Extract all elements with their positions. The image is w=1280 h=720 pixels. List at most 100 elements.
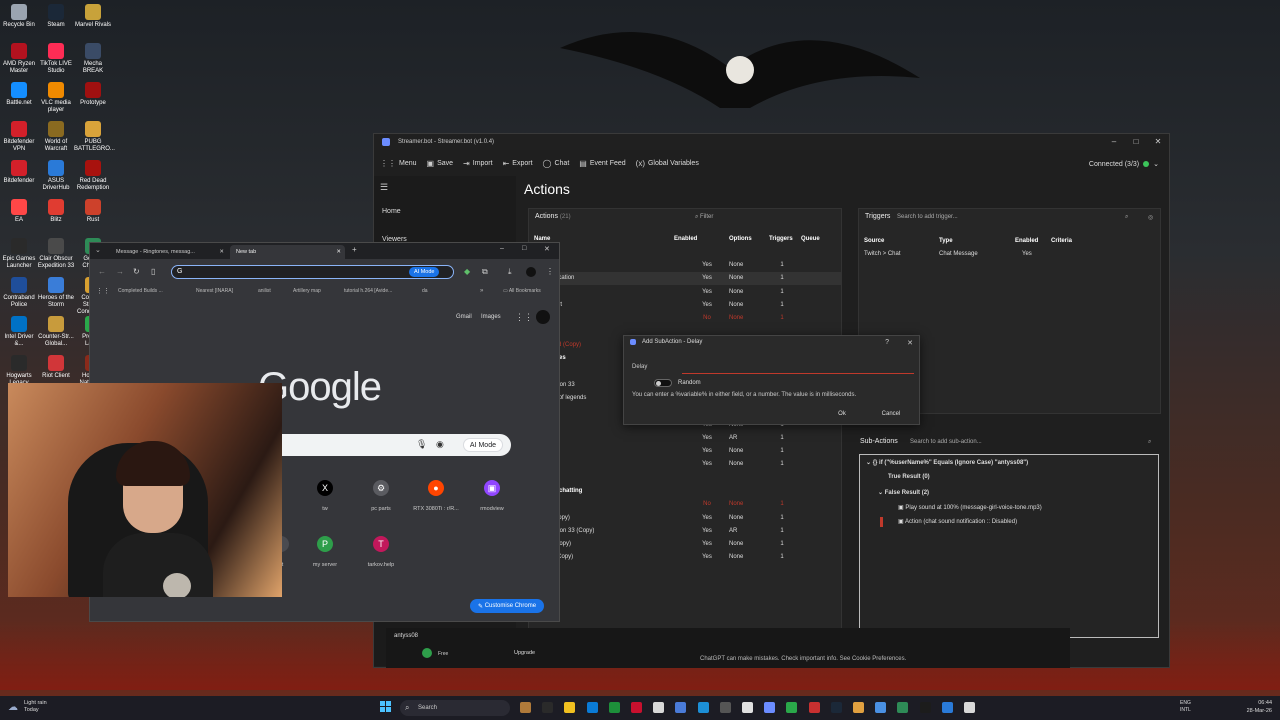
- taskbar-app-icon[interactable]: [808, 702, 820, 713]
- subaction-true-result[interactable]: True Result (0): [888, 474, 930, 480]
- delay-input[interactable]: [682, 362, 914, 374]
- desktop-icon[interactable]: Battle.net: [0, 82, 38, 107]
- tab-search-icon[interactable]: ⌄: [95, 246, 101, 254]
- desktop-icon[interactable]: World of Warcraft: [37, 121, 75, 153]
- desktop-icon[interactable]: TikTok LIVE Studio: [37, 43, 75, 75]
- table-row[interactable]: ower altertYesNone1: [531, 298, 841, 311]
- close-icon[interactable]: ✕: [907, 339, 913, 347]
- taskbar-app-icon[interactable]: [586, 702, 598, 713]
- bookmark-item[interactable]: Artillery map: [293, 288, 321, 294]
- shortcut-tile[interactable]: ▣ rmodview: [467, 480, 517, 512]
- language-indicator[interactable]: ENG INTL: [1180, 700, 1191, 714]
- table-row[interactable]: om LoLNoNone1: [531, 498, 841, 511]
- ai-mode-search-button[interactable]: AI Mode: [462, 438, 503, 452]
- trigger-search-input[interactable]: Search to add trigger...: [897, 214, 958, 220]
- desktop-icon[interactable]: Heroes of the Storm: [37, 277, 75, 309]
- minimize-button[interactable]: –: [1103, 134, 1125, 148]
- table-row[interactable]: [531, 471, 841, 484]
- customise-chrome-button[interactable]: ✎ Customise Chrome: [470, 599, 545, 613]
- table-row[interactable]: und notificationYesNone1: [531, 271, 841, 285]
- clock[interactable]: 06:44 28-Mar-26: [1247, 699, 1272, 715]
- settings-icon[interactable]: ◎: [1148, 214, 1153, 221]
- taskbar-app-icon[interactable]: [786, 702, 798, 713]
- desktop-icon[interactable]: Epic Games Launcher: [0, 238, 38, 270]
- chatgpt-user[interactable]: antyss08: [394, 633, 418, 639]
- desktop-icon[interactable]: Steam: [37, 4, 75, 29]
- ok-button[interactable]: Ok: [822, 408, 862, 420]
- desktop-icon[interactable]: Riot Client: [37, 355, 75, 380]
- connection-status[interactable]: Connected (3/3) ⌄: [1089, 160, 1159, 169]
- minimize-button[interactable]: –: [500, 245, 504, 252]
- save-button[interactable]: ▣ Save: [427, 159, 454, 168]
- close-button[interactable]: ✕: [1147, 134, 1169, 148]
- desktop-icon[interactable]: Bitdefender: [0, 160, 38, 185]
- desktop-icon[interactable]: Marvel Rivals: [74, 4, 112, 29]
- table-row[interactable]: Twitch > Chat Chat Message Yes: [861, 247, 1151, 260]
- desktop-icon[interactable]: Bitdefender VPN: [0, 121, 38, 153]
- help-icon[interactable]: ?: [885, 339, 889, 346]
- taskbar-search[interactable]: ⌕ Search: [400, 700, 510, 716]
- maximize-button[interactable]: □: [522, 245, 526, 252]
- taskbar-app-icon[interactable]: [542, 702, 554, 713]
- all-bookmarks-link[interactable]: ▭ All Bookmarks: [503, 288, 541, 294]
- col-options[interactable]: Options: [726, 233, 766, 245]
- export-button[interactable]: ⇤ Export: [503, 159, 533, 168]
- table-row[interactable]: or HILLYesAR1: [531, 431, 841, 444]
- taskbar-app-icon[interactable]: [830, 702, 842, 713]
- maximize-button[interactable]: □: [1125, 134, 1147, 148]
- table-row[interactable]: o Rust (Copy)YesNone1: [531, 538, 841, 551]
- table-row[interactable]: nYesNone1: [531, 258, 841, 271]
- hamburger-icon[interactable]: ☰: [380, 182, 388, 193]
- close-button[interactable]: ✕: [544, 245, 550, 253]
- more-menu-icon[interactable]: ⋮: [546, 267, 554, 276]
- desktop-icon[interactable]: Red Dead Redemption: [74, 160, 112, 192]
- back-icon[interactable]: ←: [98, 267, 106, 276]
- reload-icon[interactable]: ↻: [133, 267, 140, 276]
- desktop-icon[interactable]: PUBG BATTLEGRO...: [74, 121, 115, 153]
- col-source[interactable]: Source: [861, 235, 936, 247]
- profile-avatar[interactable]: [526, 267, 536, 277]
- search-icon[interactable]: ⌕: [1125, 214, 1128, 221]
- chat-button[interactable]: ◯ Chat: [543, 159, 570, 168]
- col-triggers[interactable]: Triggers: [766, 233, 798, 245]
- col-criteria[interactable]: Criteria: [1048, 235, 1151, 247]
- bookmark-item[interactable]: tutorial h.264 [Avide...: [344, 288, 392, 294]
- forward-icon[interactable]: →: [116, 267, 124, 276]
- download-icon[interactable]: ⤓: [508, 267, 512, 277]
- desktop-icon[interactable]: VLC media player: [37, 82, 75, 114]
- global-variables-button[interactable]: (x) Global Variables: [636, 159, 699, 168]
- desktop-icon[interactable]: Contraband Police: [0, 277, 38, 309]
- col-enabled[interactable]: Enabled: [671, 233, 726, 245]
- table-row[interactable]: o expedition 33 (Copy) Yes AR 1: [531, 524, 841, 537]
- col-type[interactable]: Type: [936, 235, 1012, 247]
- taskbar-app-icon[interactable]: [653, 702, 665, 713]
- images-link[interactable]: Images: [481, 314, 501, 320]
- subaction-play-sound[interactable]: ▣ Play sound at 100% (message-girl-voice…: [898, 504, 1042, 511]
- taskbar-app-icon[interactable]: [764, 702, 776, 713]
- taskbar-app-icon[interactable]: [897, 702, 909, 713]
- side-panel-icon[interactable]: ▯: [151, 267, 155, 276]
- subaction-search-input[interactable]: Search to add sub-action...: [910, 439, 982, 445]
- taskbar-app-icon[interactable]: [742, 702, 753, 713]
- subaction-false-result[interactable]: ⌄ False Result (2): [878, 489, 929, 496]
- close-icon[interactable]: ✕: [336, 249, 341, 255]
- upgrade-button[interactable]: Upgrade: [514, 650, 535, 656]
- col-trigger-enabled[interactable]: Enabled: [1012, 235, 1048, 247]
- bookmark-item[interactable]: Nearest [INARA]: [196, 288, 233, 294]
- taskbar-app-icon[interactable]: [608, 702, 620, 713]
- shield-icon[interactable]: ◆: [464, 267, 470, 276]
- google-apps-icon[interactable]: ⋮⋮: [515, 312, 533, 323]
- bookmark-item[interactable]: Completed Builds ...: [118, 288, 163, 294]
- taskbar-app-icon[interactable]: [697, 702, 709, 713]
- shortcut-tile[interactable]: Ttarkov.help: [356, 536, 406, 568]
- table-row[interactable]: [531, 245, 841, 258]
- taskbar-app-icon[interactable]: [853, 702, 864, 713]
- menu-button[interactable]: ⋮⋮ Menu: [380, 159, 417, 168]
- lens-icon[interactable]: ◉: [436, 439, 444, 450]
- table-row[interactable]: or SquadYesNone1: [531, 444, 841, 457]
- table-row[interactable]: g to just chatting: [531, 484, 841, 497]
- event-feed-button[interactable]: ▤ Event Feed: [579, 159, 625, 168]
- new-tab-button[interactable]: +: [352, 245, 357, 254]
- desktop-icon[interactable]: Counter-Str... Global...: [37, 316, 75, 348]
- subaction-if[interactable]: ⌄ {} if ("%userName%" Equals (Ignore Cas…: [866, 459, 1028, 466]
